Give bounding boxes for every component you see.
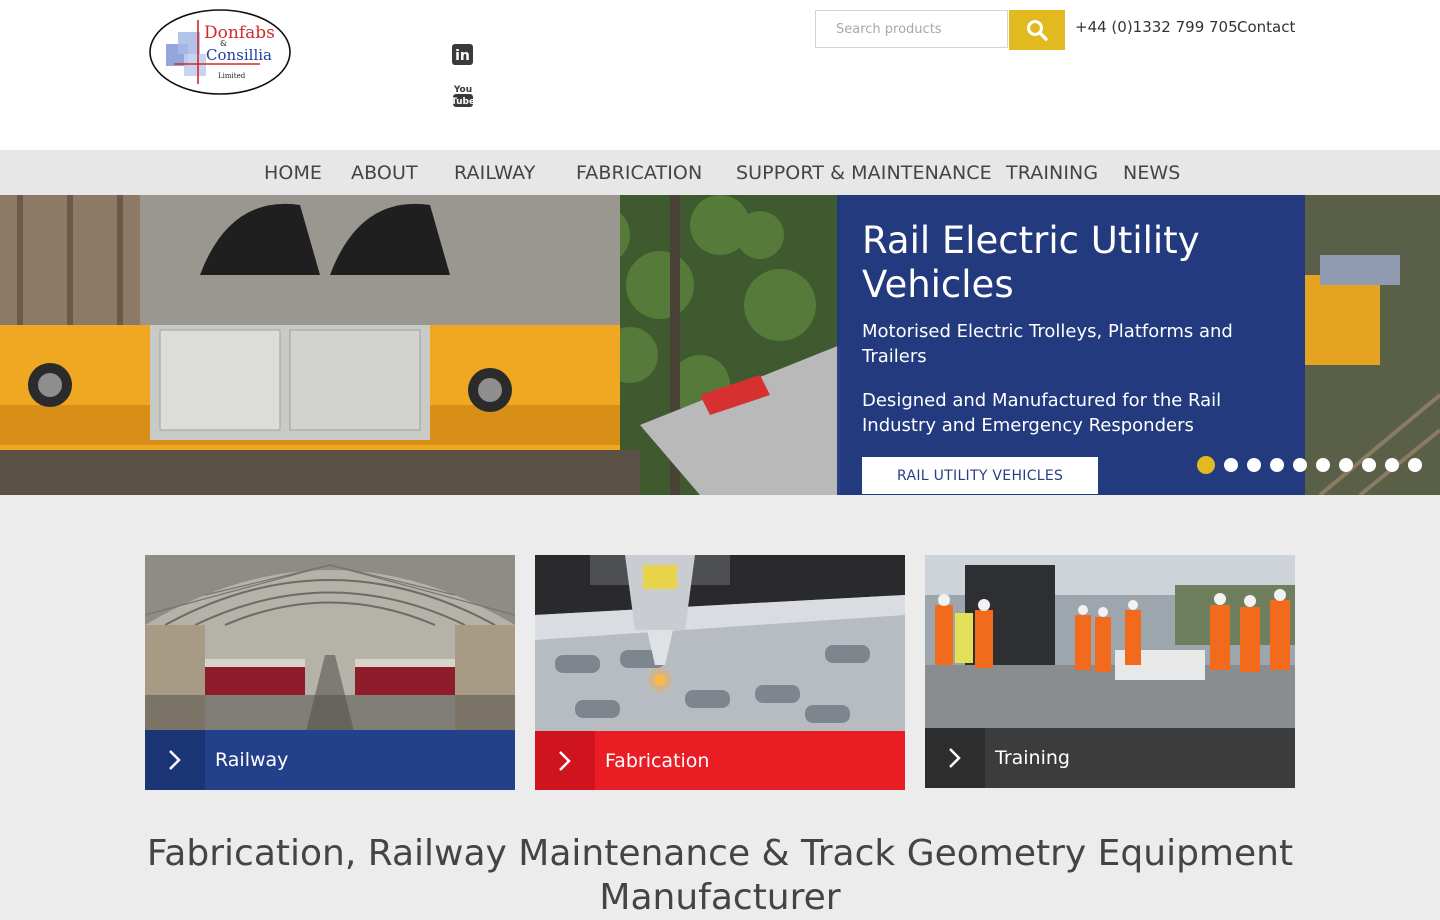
nav-training[interactable]: TRAINING bbox=[1006, 162, 1098, 184]
page-heading: Fabrication, Railway Maintenance & Track… bbox=[0, 832, 1440, 920]
site-logo[interactable]: Donfabs & Consillia Limited bbox=[148, 8, 294, 98]
hero-title: Rail Electric Utility Vehicles bbox=[862, 219, 1200, 306]
search-icon bbox=[1027, 20, 1048, 41]
logo-text-3: Limited bbox=[218, 72, 246, 80]
search-input[interactable] bbox=[815, 10, 1008, 48]
hero-subtitle-2: Designed and Manufactured for the Rail I… bbox=[862, 390, 1222, 436]
nav-home[interactable]: HOME bbox=[264, 162, 322, 184]
nav-news[interactable]: NEWS bbox=[1123, 162, 1180, 184]
railway-tile-arrow bbox=[145, 730, 205, 790]
slider-dot[interactable] bbox=[1247, 458, 1261, 472]
logo-graphic: Donfabs & Consillia Limited bbox=[149, 9, 291, 95]
hero-caption: Rail Electric Utility Vehicles Motorised… bbox=[837, 195, 1305, 495]
linkedin-icon: in bbox=[452, 44, 473, 65]
main-nav: HOME ABOUT RAILWAY FABRICATION SUPPORT &… bbox=[0, 150, 1440, 195]
nav-fabrication[interactable]: FABRICATION bbox=[576, 162, 702, 184]
fabrication-tile-label: Fabrication bbox=[605, 750, 710, 772]
slider-dot[interactable] bbox=[1362, 458, 1376, 472]
training-image bbox=[925, 555, 1295, 735]
youtube-link[interactable]: You Tube bbox=[451, 83, 475, 113]
youtube-icon: You Tube bbox=[451, 85, 475, 107]
youtube-icon-text-bottom: Tube bbox=[452, 97, 474, 107]
page-heading-line1: Fabrication, Railway Maintenance & Track… bbox=[146, 833, 1294, 874]
youtube-icon-text-top: You bbox=[453, 85, 472, 95]
chevron-right-icon bbox=[169, 750, 181, 770]
railway-tile-bar: Railway bbox=[145, 730, 515, 790]
page-heading-line2: Manufacturer bbox=[599, 877, 841, 918]
linkedin-link[interactable]: in bbox=[452, 44, 473, 69]
site-header: Donfabs & Consillia Limited in You Tube … bbox=[0, 0, 1440, 150]
slider-dot[interactable] bbox=[1408, 458, 1422, 472]
contact-link[interactable]: Contact bbox=[1237, 18, 1295, 36]
slider-dot[interactable] bbox=[1224, 458, 1238, 472]
linkedin-icon-text: in bbox=[455, 48, 470, 64]
chevron-right-icon bbox=[949, 748, 961, 768]
training-tile-label: Training bbox=[995, 747, 1070, 769]
fabrication-tile-bar: Fabrication bbox=[535, 731, 905, 790]
logo-text-1: Donfabs bbox=[204, 23, 275, 43]
slider-dot[interactable] bbox=[1339, 458, 1353, 472]
training-tile-bar: Training bbox=[925, 728, 1295, 788]
phone-number[interactable]: +44 (0)1332 799 705 bbox=[1075, 18, 1238, 36]
slider-dots bbox=[1197, 456, 1422, 474]
training-tile-arrow bbox=[925, 728, 985, 788]
fabrication-tile[interactable]: Fabrication bbox=[535, 555, 905, 790]
nav-about[interactable]: ABOUT bbox=[351, 162, 418, 184]
railway-tile-label: Railway bbox=[215, 749, 289, 771]
slider-dot[interactable] bbox=[1270, 458, 1284, 472]
slider-dot[interactable] bbox=[1385, 458, 1399, 472]
nav-railway[interactable]: RAILWAY bbox=[454, 162, 535, 184]
slider-dot[interactable] bbox=[1316, 458, 1330, 472]
rail-utility-vehicles-button[interactable]: RAIL UTILITY VEHICLES bbox=[862, 457, 1099, 494]
slider-dot[interactable] bbox=[1197, 456, 1215, 474]
hero-slider: Rail Electric Utility Vehicles Motorised… bbox=[0, 195, 1440, 495]
fabrication-tile-arrow bbox=[535, 731, 595, 790]
railway-image bbox=[145, 555, 515, 735]
hero-subtitle-1: Motorised Electric Trolleys, Platforms a… bbox=[862, 321, 1233, 367]
search-button[interactable] bbox=[1009, 10, 1065, 50]
nav-support-maintenance[interactable]: SUPPORT & MAINTENANCE bbox=[736, 162, 992, 184]
fabrication-image bbox=[535, 555, 905, 735]
railway-tile[interactable]: Railway bbox=[145, 555, 515, 790]
slider-dot[interactable] bbox=[1293, 458, 1307, 472]
logo-text-2: Consillia bbox=[206, 46, 272, 64]
chevron-right-icon bbox=[559, 751, 571, 771]
training-tile[interactable]: Training bbox=[925, 555, 1295, 790]
